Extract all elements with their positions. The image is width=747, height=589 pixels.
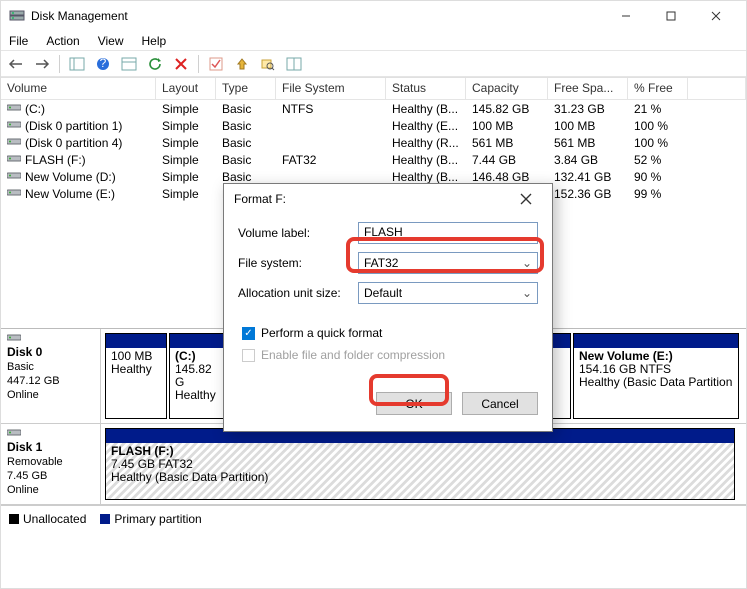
disk-info: Disk 0Basic447.12 GBOnline xyxy=(1,329,101,423)
column-volume[interactable]: Volume xyxy=(1,78,156,99)
disk-management-window: Disk Management File Action View Help ? … xyxy=(0,0,747,589)
allocation-select[interactable]: Default ⌄ xyxy=(358,282,538,304)
window-close-button[interactable] xyxy=(693,2,738,30)
compression-checkbox xyxy=(242,349,255,362)
window-maximize-button[interactable] xyxy=(648,2,693,30)
volume-row[interactable]: FLASH (F:)SimpleBasicFAT32Healthy (B...7… xyxy=(1,151,746,168)
volume-row[interactable]: (C:)SimpleBasicNTFSHealthy (B...145.82 G… xyxy=(1,100,746,117)
toolbar-check-icon[interactable] xyxy=(205,53,227,75)
toolbar-up-icon[interactable] xyxy=(231,53,253,75)
allocation-value: Default xyxy=(364,286,402,300)
menu-action[interactable]: Action xyxy=(44,33,81,49)
volume-icon xyxy=(7,120,21,130)
toolbar-delete-icon[interactable] xyxy=(170,53,192,75)
column-capacity[interactable]: Capacity xyxy=(466,78,548,99)
toolbar-help-icon[interactable]: ? xyxy=(92,53,114,75)
volume-icon xyxy=(7,103,21,113)
disk-info: Disk 1Removable7.45 GBOnline xyxy=(1,424,101,504)
column-headers: Volume Layout Type File System Status Ca… xyxy=(1,78,746,100)
column-filesystem[interactable]: File System xyxy=(276,78,386,99)
menu-file[interactable]: File xyxy=(7,33,30,49)
chevron-down-icon: ⌄ xyxy=(522,256,532,270)
toolbar-panel3-icon[interactable] xyxy=(283,53,305,75)
volume-label-input[interactable]: FLASH xyxy=(358,222,538,244)
toolbar-panel2-icon[interactable] xyxy=(118,53,140,75)
label-volume: Volume label: xyxy=(238,226,358,240)
volume-icon xyxy=(7,154,21,164)
volume-row[interactable]: (Disk 0 partition 4)SimpleBasicHealthy (… xyxy=(1,134,746,151)
toolbar-forward-button[interactable] xyxy=(31,53,53,75)
partition[interactable]: New Volume (E:)154.16 GB NTFSHealthy (Ba… xyxy=(573,333,739,419)
toolbar-refresh-icon[interactable] xyxy=(144,53,166,75)
column-layout[interactable]: Layout xyxy=(156,78,216,99)
volume-icon xyxy=(7,188,21,198)
volume-icon xyxy=(7,171,21,181)
toolbar-panel1-icon[interactable] xyxy=(66,53,88,75)
volume-row[interactable]: (Disk 0 partition 1)SimpleBasicHealthy (… xyxy=(1,117,746,134)
menubar: File Action View Help xyxy=(1,31,746,51)
disk-row: Disk 1Removable7.45 GBOnlineFLASH (F:)7.… xyxy=(1,424,746,505)
column-freespace[interactable]: Free Spa... xyxy=(548,78,628,99)
toolbar-back-button[interactable] xyxy=(5,53,27,75)
filesystem-value: FAT32 xyxy=(364,256,398,270)
window-title: Disk Management xyxy=(31,9,603,23)
compression-label: Enable file and folder compression xyxy=(261,348,445,362)
svg-text:?: ? xyxy=(100,57,107,70)
window-minimize-button[interactable] xyxy=(603,2,648,30)
menu-view[interactable]: View xyxy=(96,33,126,49)
label-allocation: Allocation unit size: xyxy=(238,286,358,300)
volume-icon xyxy=(7,137,21,147)
ok-button[interactable]: OK xyxy=(376,392,452,415)
app-icon xyxy=(9,8,25,24)
titlebar: Disk Management xyxy=(1,1,746,31)
quick-format-label: Perform a quick format xyxy=(261,326,382,340)
quick-format-checkbox[interactable]: ✓ xyxy=(242,327,255,340)
chevron-down-icon: ⌄ xyxy=(522,286,532,300)
dialog-close-button[interactable] xyxy=(510,185,542,213)
dialog-title: Format F: xyxy=(234,192,510,206)
filesystem-select[interactable]: FAT32 ⌄ xyxy=(358,252,538,274)
partition[interactable]: (C:)145.82 GHealthy xyxy=(169,333,229,419)
cancel-button[interactable]: Cancel xyxy=(462,392,538,415)
partition[interactable]: FLASH (F:)7.45 GB FAT32Healthy (Basic Da… xyxy=(105,428,735,500)
column-status[interactable]: Status xyxy=(386,78,466,99)
legend: Unallocated Primary partition xyxy=(1,505,746,531)
toolbar: ? xyxy=(1,51,746,77)
partition[interactable]: 100 MBHealthy xyxy=(105,333,167,419)
format-dialog: Format F: Volume label: FLASH File syste… xyxy=(223,183,553,432)
legend-primary: Primary partition xyxy=(100,512,201,526)
column-type[interactable]: Type xyxy=(216,78,276,99)
column-pctfree[interactable]: % Free xyxy=(628,78,688,99)
label-filesystem: File system: xyxy=(238,256,358,270)
menu-help[interactable]: Help xyxy=(140,33,169,49)
toolbar-search-icon[interactable] xyxy=(257,53,279,75)
legend-unallocated: Unallocated xyxy=(9,512,86,526)
